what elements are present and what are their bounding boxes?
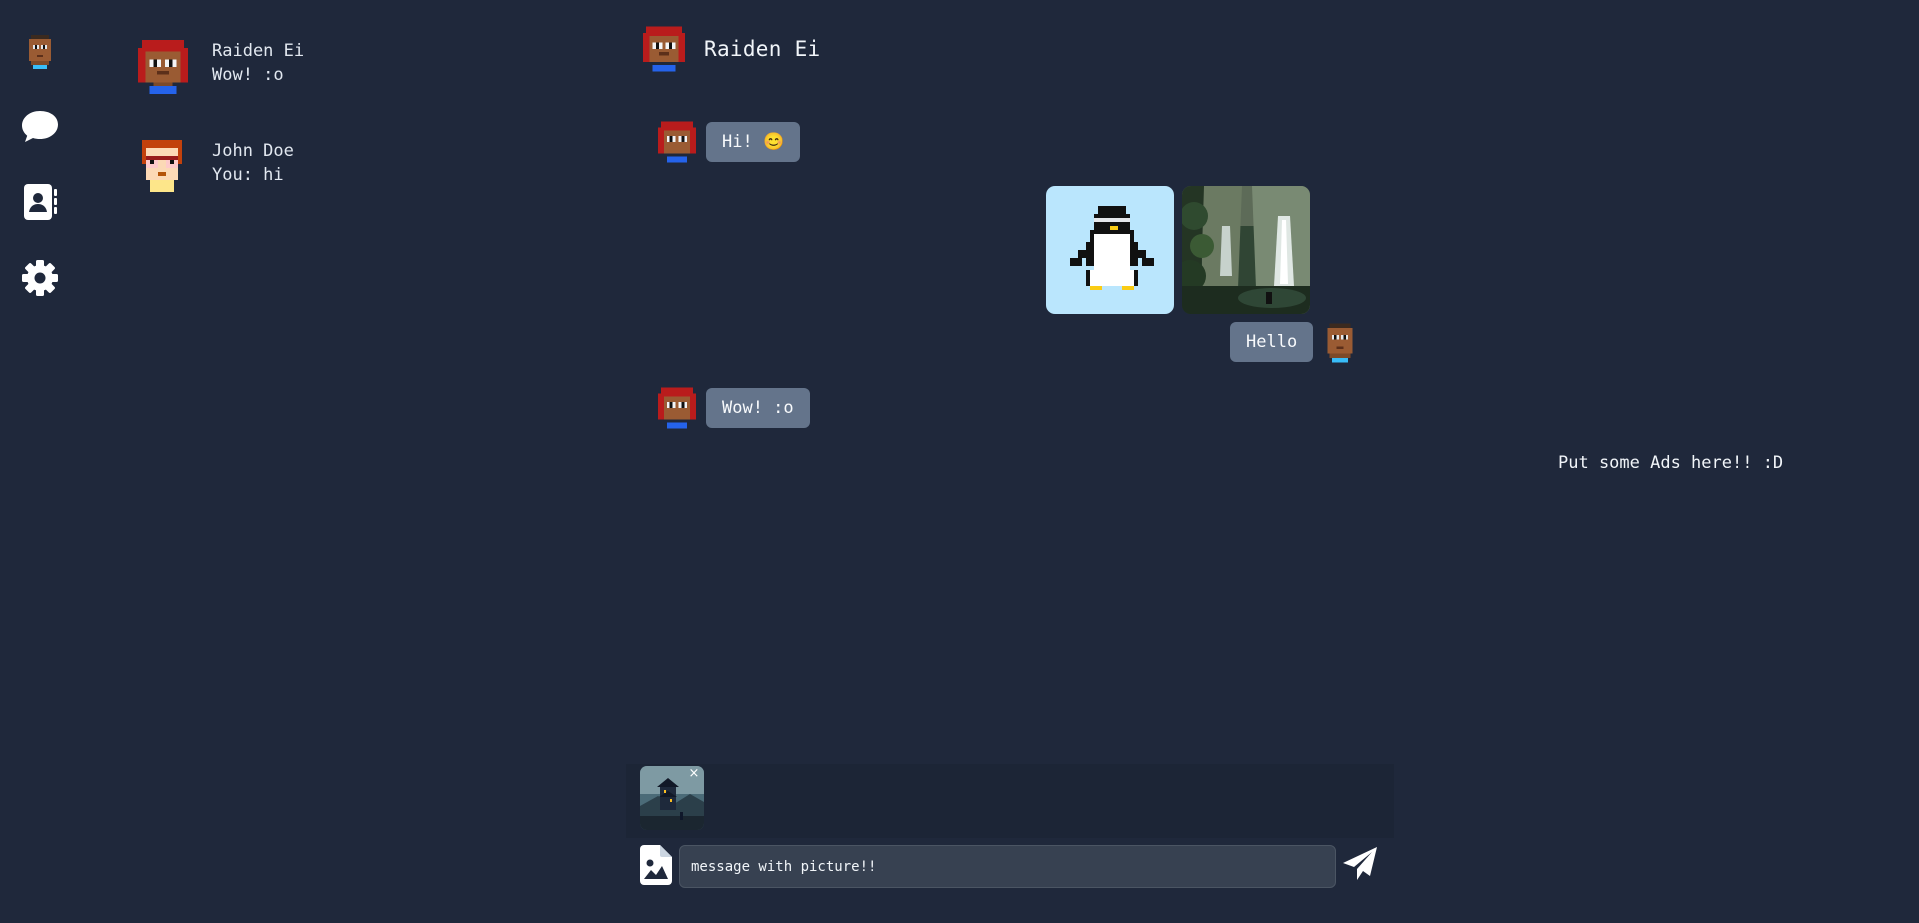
profile-avatar[interactable]: [20, 32, 60, 72]
conversation-avatar: [643, 26, 685, 72]
penguin-image[interactable]: [1046, 186, 1174, 314]
chat-app: Raiden Ei Wow! :o John Doe You: hi Raide…: [0, 0, 1919, 923]
remove-attachment-button[interactable]: ×: [687, 767, 701, 781]
user-avatar-icon: [29, 35, 51, 69]
message-bubble: Hello: [1230, 322, 1314, 362]
side-nav: [0, 0, 80, 923]
chat-item-raiden-ei[interactable]: Raiden Ei Wow! :o: [130, 36, 550, 136]
waterfall-image[interactable]: [1182, 186, 1310, 314]
message-bubble: Wow! :o: [706, 388, 810, 428]
paper-plane-icon[interactable]: [1342, 846, 1378, 882]
attachment-thumbnail[interactable]: ×: [640, 766, 704, 830]
ads-placeholder: Put some Ads here!! :D: [1558, 453, 1784, 473]
chat-item-last-message: You: hi: [212, 165, 284, 185]
gear-icon[interactable]: [20, 258, 60, 298]
attachment-tray: ×: [626, 764, 1394, 838]
raiden-ei-avatar: [138, 40, 188, 94]
chat-bubble-icon[interactable]: [20, 106, 60, 146]
file-image-icon[interactable]: [640, 845, 672, 885]
conversation-header: Raiden Ei: [643, 26, 821, 72]
chat-item-john-doe[interactable]: John Doe You: hi: [130, 136, 550, 236]
conversation-title: Raiden Ei: [704, 37, 821, 61]
chat-list: Raiden Ei Wow! :o John Doe You: hi: [130, 36, 550, 236]
my-message-avatar: [1327, 323, 1353, 363]
chat-item-name: Raiden Ei: [212, 41, 305, 61]
chat-item-name: John Doe: [212, 141, 294, 161]
message-bubble: Hi! 😊: [706, 122, 801, 162]
message-avatar: [658, 121, 696, 163]
john-doe-avatar: [142, 140, 182, 192]
message-input[interactable]: [679, 845, 1336, 888]
message-avatar: [658, 387, 696, 429]
chat-item-last-message: Wow! :o: [212, 65, 284, 85]
contacts-book-icon[interactable]: [20, 182, 60, 222]
